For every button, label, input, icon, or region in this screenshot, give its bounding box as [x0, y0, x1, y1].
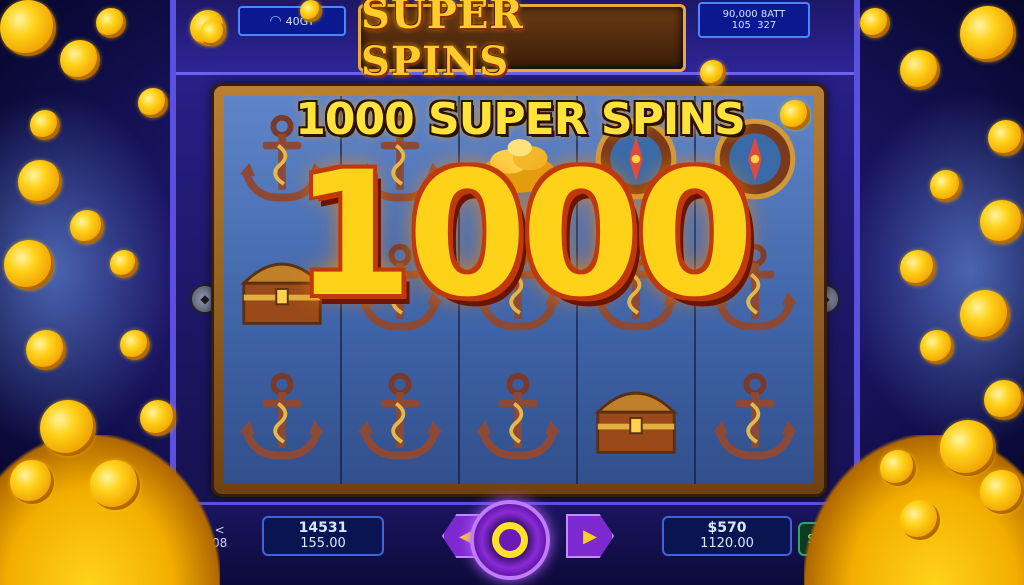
gold-coin-icon	[940, 420, 996, 476]
game-title: SUPER SPINS	[361, 0, 524, 85]
top-left-display: ◠ 40GT	[238, 6, 346, 36]
gold-coin-icon	[120, 330, 150, 360]
reel-cell	[696, 355, 814, 484]
top-right-line2: 8ATT	[760, 9, 786, 20]
gold-coin-icon	[110, 250, 138, 278]
gold-coin-icon	[988, 120, 1024, 156]
gold-coin-icon	[26, 330, 66, 370]
gold-coin-icon	[700, 60, 726, 86]
reel-cell	[460, 354, 578, 484]
gold-coin-icon	[18, 160, 62, 204]
anchor-icon	[470, 369, 566, 469]
spin-ring-icon	[492, 522, 528, 558]
gold-coin-icon	[70, 210, 104, 244]
gold-coin-icon	[780, 100, 810, 130]
gold-coin-icon	[920, 330, 954, 364]
gold-coin-icon	[980, 470, 1024, 514]
gold-coin-icon	[880, 450, 916, 486]
top-right-line1: 90,000	[722, 9, 758, 20]
gold-coin-icon	[60, 40, 100, 80]
bet-display: 14531 155.00	[262, 516, 384, 556]
gold-coin-icon	[90, 460, 140, 510]
top-right-line4: 327	[757, 20, 777, 31]
gold-coin-icon	[984, 380, 1024, 420]
gold-coin-icon	[960, 290, 1010, 340]
anchor-icon	[234, 369, 330, 469]
balance-display-line1: $570	[707, 520, 747, 536]
gold-coin-icon	[0, 0, 56, 56]
anchor-icon	[707, 369, 803, 469]
gold-coin-icon	[900, 50, 940, 90]
gold-coin-icon	[10, 460, 54, 504]
treasure-chest-icon	[588, 374, 684, 464]
bet-display-line2: 155.00	[300, 536, 346, 551]
gold-coin-icon	[30, 110, 60, 140]
top-right-display: 90,000 8ATT 105 327	[698, 2, 810, 38]
gold-coin-icon	[4, 240, 54, 290]
reel-cell	[342, 354, 460, 484]
game-title-plate: SUPER SPINS	[358, 0, 686, 85]
balance-display-line2: 1120.00	[700, 536, 754, 551]
gold-coin-icon	[200, 20, 226, 46]
gold-coin-icon	[860, 8, 890, 38]
gold-coin-icon	[980, 200, 1024, 244]
gold-coin-icon	[140, 400, 176, 436]
gold-coin-icon	[300, 0, 322, 22]
gold-coin-icon	[930, 170, 962, 202]
spin-button[interactable]	[470, 500, 550, 580]
balance-display: $570 1120.00	[662, 516, 792, 556]
slot-machine-cabinet: ◠ 40GT SUPER SPINS 90,000 8ATT 105 327 ◆…	[170, 0, 860, 585]
gold-coin-icon	[138, 88, 168, 118]
reel-cell	[578, 354, 696, 484]
anchor-icon	[352, 369, 448, 469]
reel-cell	[224, 354, 342, 484]
promo-big-number: 1000	[293, 134, 755, 335]
top-right-line3: 105	[731, 20, 751, 31]
top-header-bar: ◠ 40GT SUPER SPINS 90,000 8ATT 105 327	[176, 0, 854, 85]
wifi-icon: ◠	[269, 13, 282, 29]
gold-coin-icon	[900, 500, 940, 540]
gold-coin-icon	[960, 6, 1016, 62]
gold-coin-icon	[40, 400, 96, 456]
bet-display-line1: 14531	[298, 520, 348, 536]
gold-coin-icon	[96, 8, 126, 38]
gold-coin-icon	[900, 250, 936, 286]
coin-pile-left	[0, 435, 220, 585]
